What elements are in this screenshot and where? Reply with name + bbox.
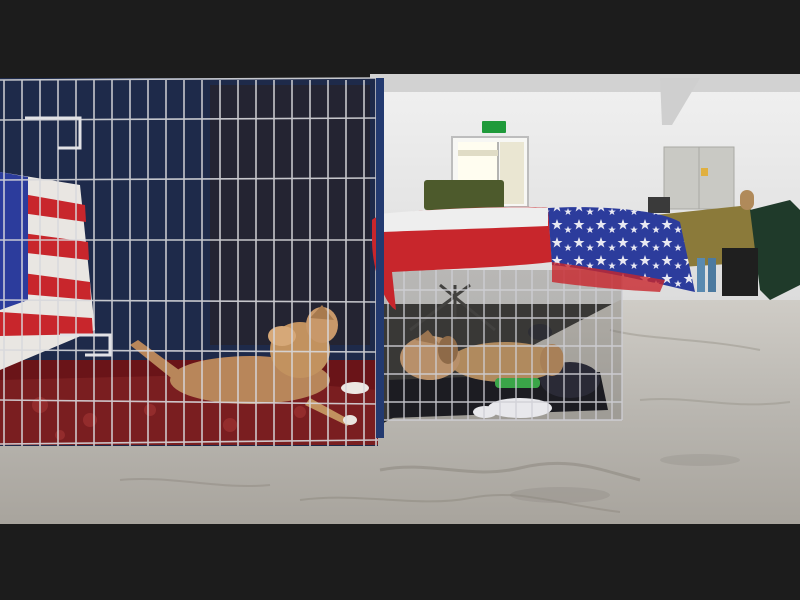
letterbox-top <box>0 0 800 74</box>
crate-left <box>0 77 379 446</box>
photo-frame <box>0 0 800 600</box>
exit-sign-label <box>483 122 505 131</box>
letterbox-bottom <box>0 524 800 600</box>
photo <box>0 74 800 524</box>
wall-cabinet <box>663 146 735 210</box>
crate-divider <box>376 78 384 438</box>
